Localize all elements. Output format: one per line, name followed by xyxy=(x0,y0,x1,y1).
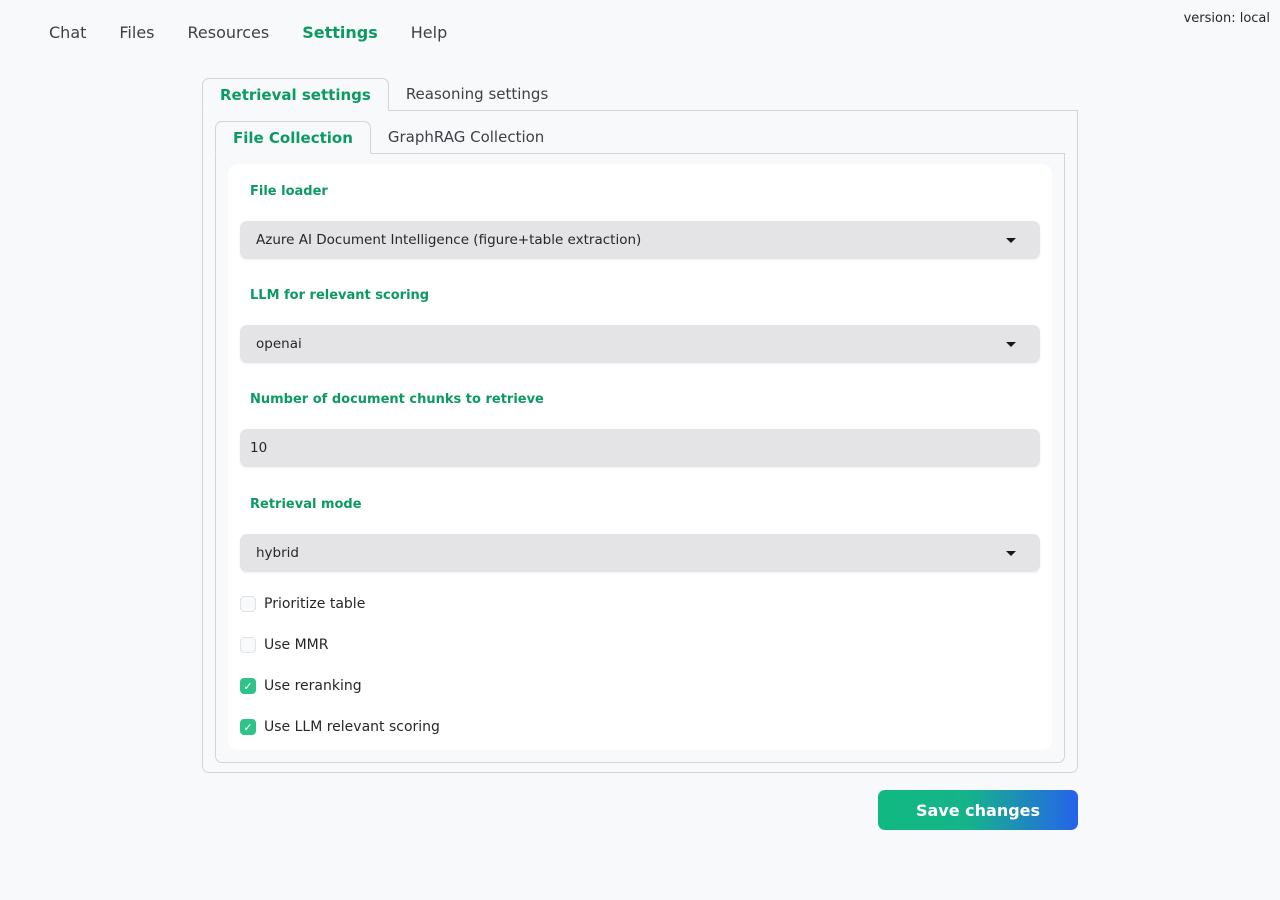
save-changes-button[interactable]: Save changes xyxy=(878,790,1078,830)
use-reranking-label: Use reranking xyxy=(264,678,362,694)
use-llm-scoring-option[interactable]: ✓ Use LLM relevant scoring xyxy=(240,717,1040,737)
tab-graphrag-collection[interactable]: GraphRAG Collection xyxy=(371,121,561,154)
llm-scoring-label: LLM for relevant scoring xyxy=(250,288,430,303)
file-collection-panel: File loader Azure AI Document Intelligen… xyxy=(215,153,1065,763)
prioritize-table-checkbox[interactable] xyxy=(240,596,256,612)
use-mmr-option[interactable]: Use MMR xyxy=(240,635,1040,655)
settings-panel: Retrieval settings Reasoning settings Fi… xyxy=(202,78,1078,773)
use-reranking-checkbox[interactable]: ✓ xyxy=(240,678,256,694)
retrieval-mode-value: hybrid xyxy=(256,545,299,561)
settings-tabs: Retrieval settings Reasoning settings xyxy=(202,78,1078,111)
file-loader-value: Azure AI Document Intelligence (figure+t… xyxy=(256,232,642,248)
use-mmr-checkbox[interactable] xyxy=(240,637,256,653)
nav-tab-settings[interactable]: Settings xyxy=(302,22,378,44)
llm-scoring-dropdown[interactable]: openai xyxy=(240,325,1040,363)
use-llm-scoring-label: Use LLM relevant scoring xyxy=(264,719,440,735)
nav-tab-files[interactable]: Files xyxy=(119,22,154,44)
caret-down-icon xyxy=(1006,237,1016,243)
top-navigation: Chat Files Resources Settings Help xyxy=(49,22,480,44)
tab-reasoning-settings[interactable]: Reasoning settings xyxy=(389,78,565,111)
collection-tabs: File Collection GraphRAG Collection xyxy=(215,121,1065,154)
use-reranking-option[interactable]: ✓ Use reranking xyxy=(240,676,1040,696)
retrieval-settings-panel: File Collection GraphRAG Collection File… xyxy=(202,110,1078,773)
caret-down-icon xyxy=(1006,550,1016,556)
nav-tab-resources[interactable]: Resources xyxy=(188,22,270,44)
file-loader-dropdown[interactable]: Azure AI Document Intelligence (figure+t… xyxy=(240,221,1040,259)
prioritize-table-label: Prioritize table xyxy=(264,596,366,612)
tab-file-collection[interactable]: File Collection xyxy=(215,121,371,154)
settings-form: File loader Azure AI Document Intelligen… xyxy=(228,164,1052,750)
use-llm-scoring-checkbox[interactable]: ✓ xyxy=(240,719,256,735)
retrieval-mode-dropdown[interactable]: hybrid xyxy=(240,534,1040,572)
retrieval-mode-label: Retrieval mode xyxy=(250,497,362,512)
prioritize-table-option[interactable]: Prioritize table xyxy=(240,594,1040,614)
tab-retrieval-settings[interactable]: Retrieval settings xyxy=(202,78,389,111)
nav-tab-help[interactable]: Help xyxy=(411,22,447,44)
use-mmr-label: Use MMR xyxy=(264,637,329,653)
file-loader-label: File loader xyxy=(250,184,328,199)
caret-down-icon xyxy=(1006,341,1016,347)
num-chunks-label: Number of document chunks to retrieve xyxy=(250,392,544,407)
llm-scoring-value: openai xyxy=(256,336,302,352)
nav-tab-chat[interactable]: Chat xyxy=(49,22,86,44)
version-label: version: local xyxy=(1183,11,1270,26)
num-chunks-input[interactable] xyxy=(240,429,1040,467)
option-checkboxes: Prioritize table Use MMR ✓ Use reranking… xyxy=(240,594,1040,737)
